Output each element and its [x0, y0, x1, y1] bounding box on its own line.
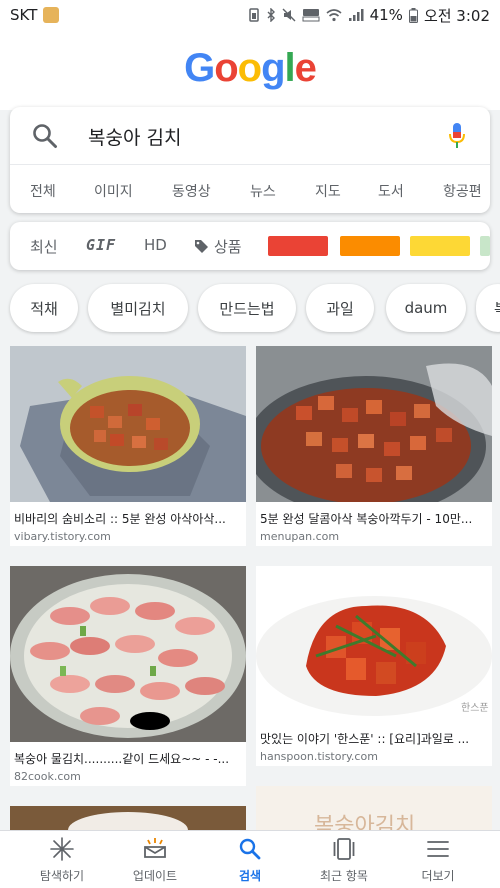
carrier-emoji-icon [43, 7, 60, 23]
nav-search[interactable]: 검색 [200, 831, 300, 888]
search-tabs: 전체 이미지 동영상 뉴스 지도 도서 항공편 [10, 165, 490, 213]
result-title[interactable]: 5분 완성 달콤아삭 복숭아깍두기 - 10만... [260, 510, 490, 527]
chip-daum[interactable]: daum [386, 284, 466, 332]
result-domain: vibary.tistory.com [14, 530, 111, 543]
clock: 오전 3:02 [423, 6, 490, 25]
tab-all[interactable]: 전체 [30, 181, 56, 201]
nav-label: 탐색하기 [39, 869, 85, 883]
tab-videos[interactable]: 동영상 [172, 181, 211, 201]
recent-items-icon [333, 838, 355, 860]
image-result-partial[interactable] [10, 806, 246, 830]
nav-more[interactable]: 더보기 [388, 831, 488, 888]
hd-voice-icon [302, 9, 320, 22]
image-result[interactable]: 5분 완성 달콤아삭 복숭아깍두기 - 10만... menupan.com [256, 346, 492, 546]
tab-news[interactable]: 뉴스 [250, 181, 276, 201]
nav-label: 최근 항목 [320, 869, 368, 883]
filter-gif[interactable]: GIF [86, 236, 116, 254]
image-result[interactable]: 비바리의 숨비소리 :: 5분 완성 아삭아삭... vibary.tistor… [10, 346, 246, 546]
filter-products-label: 상품 [214, 238, 242, 256]
sparkle-icon [50, 837, 74, 861]
search-box[interactable]: 복숭아 김치 [10, 107, 490, 165]
color-swatch-red[interactable] [268, 236, 328, 256]
image-result[interactable]: 복숭아 물김치..........같이 드세요~~ - -... 82cook.… [10, 566, 246, 786]
google-logo[interactable]: Google [0, 46, 500, 91]
nav-label: 검색 [238, 869, 262, 883]
nav-updates[interactable]: 업데이트 [105, 831, 205, 888]
result-thumbnail[interactable] [10, 566, 246, 742]
filter-hd[interactable]: HD [144, 236, 167, 254]
signal-icon [348, 9, 364, 21]
updates-icon [144, 838, 166, 858]
tab-books[interactable]: 도서 [378, 181, 404, 201]
result-domain: 82cook.com [14, 770, 81, 783]
result-thumbnail[interactable] [256, 346, 492, 502]
result-title[interactable]: 복숭아 물김치..........같이 드세요~~ - -... [14, 750, 244, 767]
nav-label: 업데이트 [132, 869, 178, 883]
chip-fruit[interactable]: 과일 [306, 284, 374, 332]
tag-icon [195, 240, 208, 253]
tab-flights[interactable]: 항공편 [443, 181, 482, 201]
result-thumbnail[interactable] [10, 346, 246, 502]
battery-icon [408, 7, 418, 23]
filter-recent[interactable]: 최신 [30, 236, 58, 257]
chip-how-to-make[interactable]: 만드는법 [198, 284, 296, 332]
mute-icon [282, 8, 296, 22]
nav-label: 더보기 [421, 869, 455, 883]
battery-percent: 41% [369, 6, 403, 24]
image-filter-bar: 최신 GIF HD 상품 [10, 222, 490, 270]
search-icon[interactable] [32, 123, 58, 149]
color-swatch-orange[interactable] [340, 236, 400, 256]
chip-red-cabbage[interactable]: 적채 [10, 284, 78, 332]
result-title[interactable]: 비바리의 숨비소리 :: 5분 완성 아삭아삭... [14, 510, 244, 527]
color-swatch-green[interactable] [480, 236, 490, 256]
status-bar: SKT 41% 오전 3:02 [0, 0, 500, 30]
result-thumbnail[interactable]: 한스푼 [256, 566, 492, 722]
image-result-partial[interactable]: 복숭아김치 [256, 786, 492, 839]
menu-icon [427, 841, 449, 857]
image-result[interactable]: 한스푼 맛있는 이야기 '한스푼' :: [요리]과일로 ... hanspoo… [256, 566, 492, 766]
tab-images[interactable]: 이미지 [94, 181, 133, 201]
tab-maps[interactable]: 지도 [315, 181, 341, 201]
search-icon [239, 838, 261, 860]
search-input[interactable]: 복숭아 김치 [88, 123, 181, 150]
nav-discover[interactable]: 탐색하기 [12, 831, 112, 888]
result-domain: hanspoon.tistory.com [260, 750, 378, 763]
nav-recent[interactable]: 최근 항목 [294, 831, 394, 888]
svg-text:한스푼: 한스푼 [461, 702, 489, 714]
mic-icon[interactable] [446, 121, 468, 151]
carrier-label: SKT [10, 6, 38, 24]
filter-products[interactable]: 상품 [194, 236, 242, 257]
bottom-navigation: 탐색하기 업데이트 검색 최근 항목 더보기 [0, 830, 500, 888]
bluetooth-icon [267, 8, 275, 22]
result-title[interactable]: 맛있는 이야기 '한스푼' :: [요리]과일로 ... [260, 730, 490, 747]
wifi-icon [326, 9, 342, 22]
chip-special-kimchi[interactable]: 별미김치 [88, 284, 188, 332]
color-swatch-yellow[interactable] [410, 236, 470, 256]
result-thumbnail[interactable] [10, 806, 246, 830]
chip-partial[interactable]: 복 [476, 284, 500, 332]
search-card: 복숭아 김치 전체 이미지 동영상 뉴스 지도 도서 항공편 [10, 107, 490, 213]
battery-saver-icon [248, 8, 259, 22]
result-domain: menupan.com [260, 530, 340, 543]
